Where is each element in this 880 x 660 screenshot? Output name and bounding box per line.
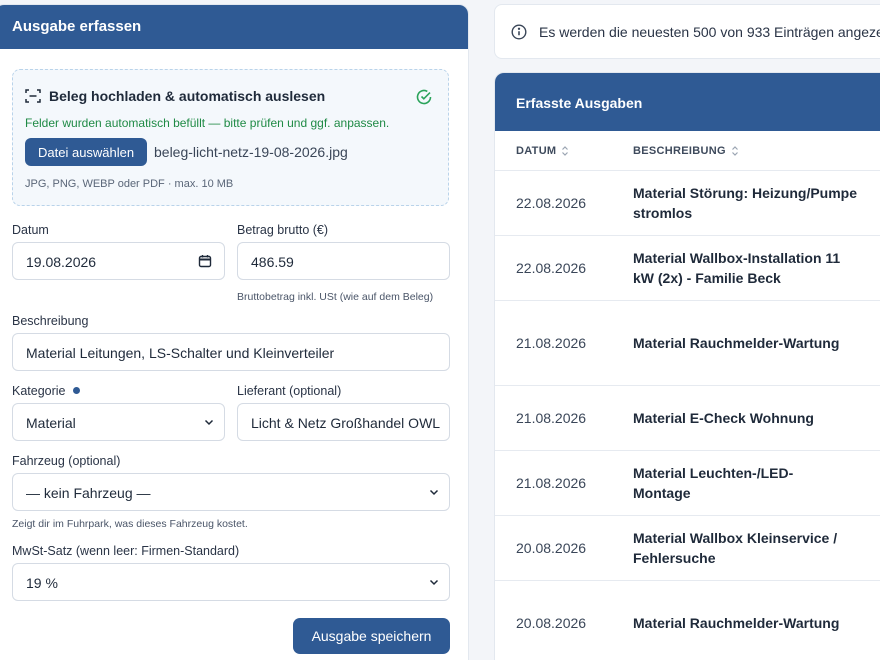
- kategorie-value: Material: [26, 415, 76, 431]
- mwst-select[interactable]: 19 %: [12, 563, 450, 601]
- fahrzeug-value: — kein Fahrzeug —: [26, 485, 151, 501]
- betrag-input[interactable]: 486.59: [237, 242, 450, 280]
- table-row[interactable]: 20.08.2026 Material Rauchmelder-Wartung: [495, 581, 880, 660]
- sort-icon: [731, 146, 738, 156]
- beschreibung-input[interactable]: Material Leitungen, LS-Schalter und Klei…: [12, 333, 450, 371]
- table-column-headers: DATUM BESCHREIBUNG: [495, 131, 880, 171]
- sort-icon: [562, 146, 569, 156]
- info-text: Es werden die neuesten 500 von 933 Eintr…: [539, 23, 880, 40]
- upload-hint: JPG, PNG, WEBP oder PDF · max. 10 MB: [25, 178, 234, 190]
- chevron-down-icon: [429, 579, 439, 586]
- table-row[interactable]: 22.08.2026 Material Störung: Heizung/Pum…: [495, 171, 880, 236]
- betrag-label: Betrag brutto (€): [237, 223, 329, 237]
- save-expense-button[interactable]: Ausgabe speichern: [293, 618, 450, 654]
- check-circle-icon: [416, 89, 432, 105]
- upload-dropzone[interactable]: Beleg hochladen & automatisch auslesen F…: [12, 69, 449, 206]
- datum-label: Datum: [12, 223, 49, 237]
- betrag-value: 486.59: [251, 254, 294, 270]
- row-date: 21.08.2026: [516, 475, 587, 491]
- column-datum-label: DATUM: [516, 145, 557, 157]
- upload-title: Beleg hochladen & automatisch auslesen: [25, 88, 325, 104]
- info-icon: [511, 23, 527, 40]
- lieferant-input[interactable]: Licht & Netz Großhandel OWL: [237, 403, 450, 441]
- mwst-value: 19 %: [26, 575, 58, 591]
- column-beschreibung-label: BESCHREIBUNG: [633, 145, 726, 157]
- row-date: 21.08.2026: [516, 335, 587, 351]
- chevron-down-icon: [204, 419, 214, 426]
- required-dot-icon: [72, 387, 80, 394]
- betrag-hint: Bruttobetrag inkl. USt (wie auf dem Bele…: [237, 291, 434, 303]
- chevron-down-icon: [429, 489, 439, 496]
- row-date: 20.08.2026: [516, 615, 587, 631]
- row-description: Material Wallbox-Installation 11 kW (2x)…: [633, 250, 841, 286]
- kategorie-label: Kategorie: [12, 384, 80, 398]
- datum-value: 19.08.2026: [26, 254, 97, 270]
- row-description: Material Störung: Heizung/Pumpe stromlos: [633, 185, 858, 221]
- lieferant-value: Licht & Netz Großhandel OWL: [251, 415, 441, 431]
- mwst-label: MwSt-Satz (wenn leer: Firmen-Standard): [12, 544, 240, 558]
- table-row[interactable]: 21.08.2026 Material Rauchmelder-Wartung: [495, 301, 880, 386]
- fahrzeug-hint: Zeigt dir im Fuhrpark, was dieses Fahrze…: [12, 518, 248, 530]
- calendar-icon[interactable]: [198, 254, 212, 268]
- upload-success-message: Felder wurden automatisch befüllt — bitt…: [25, 116, 390, 130]
- table-row[interactable]: 22.08.2026 Material Wallbox-Installation…: [495, 236, 880, 301]
- form-header: Ausgabe erfassen: [0, 5, 468, 49]
- expense-form-card: Ausgabe erfassen Beleg hochladen & autom…: [0, 4, 469, 660]
- row-description: Material Leuchten-/LED-Montage: [633, 465, 794, 501]
- scan-icon: [25, 89, 41, 103]
- choose-file-button[interactable]: Datei auswählen: [25, 138, 148, 166]
- expenses-table-card: Erfasste Ausgaben DATUM BESCHREIBUNG 22.…: [494, 72, 880, 660]
- row-description: Material Rauchmelder-Wartung: [633, 615, 840, 631]
- table-row[interactable]: 20.08.2026 Material Wallbox Kleinservice…: [495, 516, 880, 581]
- column-datum[interactable]: DATUM: [516, 145, 569, 157]
- beschreibung-value: Material Leitungen, LS-Schalter und Klei…: [26, 345, 335, 361]
- row-description: Material Rauchmelder-Wartung: [633, 335, 840, 351]
- info-banner: Es werden die neuesten 500 von 933 Eintr…: [494, 4, 880, 59]
- datum-input[interactable]: 19.08.2026: [12, 242, 225, 280]
- row-description: Material E-Check Wohnung: [633, 410, 814, 426]
- kategorie-select[interactable]: Material: [12, 403, 225, 441]
- upload-title-text: Beleg hochladen & automatisch auslesen: [49, 88, 326, 104]
- fahrzeug-label: Fahrzeug (optional): [12, 454, 121, 468]
- fahrzeug-select[interactable]: — kein Fahrzeug —: [12, 473, 450, 511]
- table-header: Erfasste Ausgaben: [495, 73, 880, 131]
- kategorie-label-text: Kategorie: [12, 384, 66, 398]
- table-row[interactable]: 21.08.2026 Material E-Check Wohnung: [495, 386, 880, 451]
- table-row[interactable]: 21.08.2026 Material Leuchten-/LED-Montag…: [495, 451, 880, 516]
- row-date: 22.08.2026: [516, 260, 587, 276]
- column-beschreibung[interactable]: BESCHREIBUNG: [633, 145, 739, 157]
- uploaded-filename: beleg-licht-netz-19-08-2026.jpg: [154, 144, 348, 160]
- beschreibung-label: Beschreibung: [12, 314, 89, 328]
- lieferant-label: Lieferant (optional): [237, 384, 342, 398]
- row-description: Material Wallbox Kleinservice / Fehlersu…: [633, 530, 838, 566]
- row-date: 20.08.2026: [516, 540, 587, 556]
- row-date: 21.08.2026: [516, 410, 587, 426]
- row-date: 22.08.2026: [516, 195, 587, 211]
